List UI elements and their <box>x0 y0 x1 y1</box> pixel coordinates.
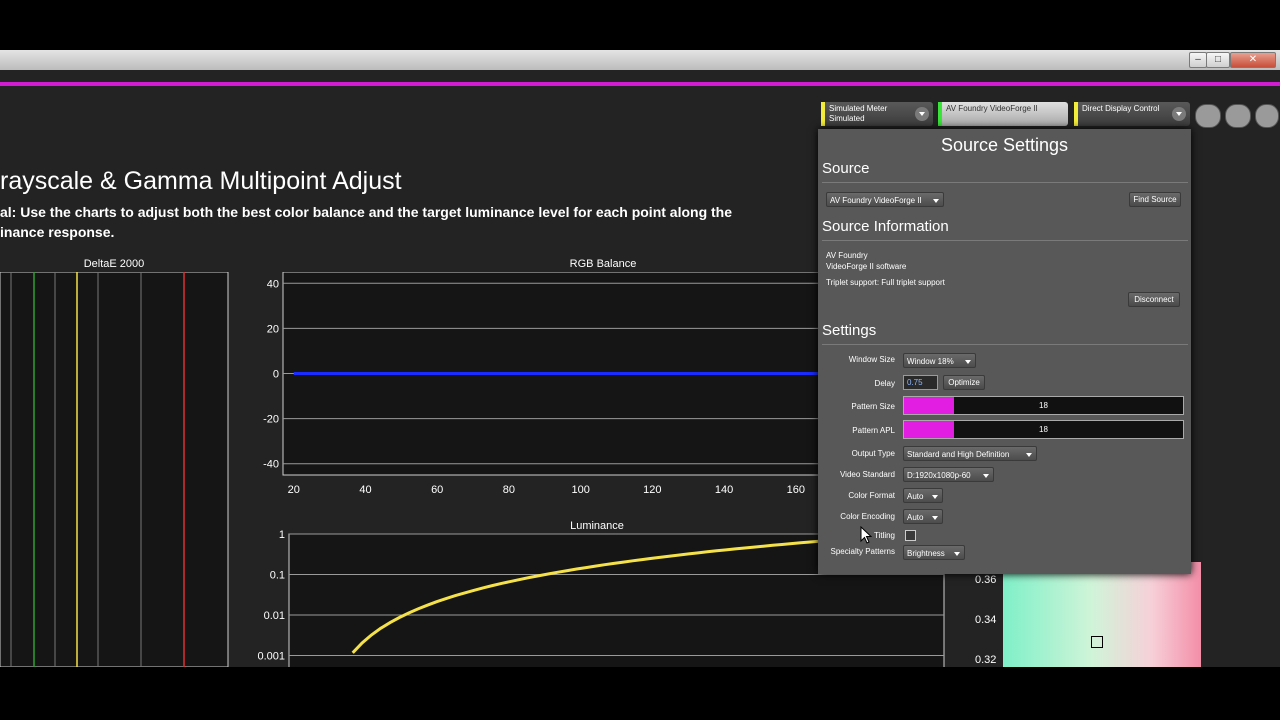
chevron-down-icon <box>915 107 929 121</box>
rgb-y-tick-label: 0 <box>273 369 279 381</box>
optimize-button[interactable]: Optimize <box>943 375 985 390</box>
rgb-x-tick-label: 100 <box>571 484 589 496</box>
rgb-x-tick-label: 40 <box>359 484 371 496</box>
page-description: al: Use the charts to adjust both the be… <box>0 202 780 242</box>
color-format-label: Color Format <box>848 491 895 500</box>
rgb-y-tick-label: -20 <box>263 414 279 426</box>
deltae-chart-title: DeltaE 2000 <box>83 258 145 270</box>
specialty-patterns-label: Specialty Patterns <box>830 547 895 556</box>
video-standard-label: Video Standard <box>839 470 895 479</box>
luminance-y-tick-label: 0.1 <box>270 570 285 582</box>
description-line-2: inance response. <box>0 224 115 240</box>
cie-tick-label: 0.32 <box>975 654 997 666</box>
color-encoding-dropdown[interactable]: Auto <box>903 509 943 524</box>
close-button[interactable]: ✕ <box>1230 52 1276 68</box>
window-size-dropdown[interactable]: Window 18% <box>903 353 976 368</box>
divider <box>822 182 1188 183</box>
accent-bar <box>0 82 1280 86</box>
meter-selector[interactable]: Simulated Meter Simulated <box>821 102 933 126</box>
chevron-down-icon <box>1172 107 1186 121</box>
info-software: VideoForge II software <box>826 262 907 271</box>
rgb-x-tick-label: 80 <box>503 484 515 496</box>
deltae-chart <box>0 272 229 667</box>
info-vendor: AV Foundry <box>826 251 868 260</box>
window-size-label: Window Size <box>848 355 895 364</box>
titling-label: Titling <box>873 531 895 540</box>
output-type-label: Output Type <box>851 449 895 458</box>
description-line-1: al: Use the charts to adjust both the be… <box>0 204 733 220</box>
rgb-x-tick-label: 20 <box>288 484 300 496</box>
luminance-y-tick-label: 1 <box>279 530 285 541</box>
specialty-patterns-dropdown[interactable]: Brightness <box>903 545 965 560</box>
pattern-size-label: Pattern Size <box>851 402 895 411</box>
app-window: – □ ✕ Simulated Meter Simulated AV Found… <box>0 50 1280 667</box>
titling-checkbox[interactable] <box>905 530 916 541</box>
rgb-y-tick-label: 40 <box>267 278 279 290</box>
cie-tick-label: 0.36 <box>975 574 997 586</box>
rgb-y-tick-label: 20 <box>267 323 279 335</box>
delay-input[interactable]: 0.75 <box>903 375 938 390</box>
source-section-title: Source <box>822 160 870 177</box>
pattern-size-value: 18 <box>1039 401 1048 410</box>
rgb-x-tick-label: 60 <box>431 484 443 496</box>
page-title: rayscale & Gamma Multipoint Adjust <box>0 167 402 195</box>
mouse-cursor-icon <box>860 526 872 544</box>
pattern-apl-slider[interactable]: 18 <box>903 420 1184 439</box>
source-settings-panel: Source Settings Source AV Foundry VideoF… <box>818 129 1191 574</box>
cie-target-marker[interactable] <box>1091 636 1103 648</box>
source-selector[interactable]: AV Foundry VideoForge II <box>938 102 1068 126</box>
output-type-dropdown[interactable]: Standard and High Definition <box>903 446 1037 461</box>
info-triplet: Triplet support: Full triplet support <box>826 278 945 287</box>
rgb-x-tick-label: 140 <box>715 484 733 496</box>
window-titlebar: – □ ✕ <box>0 50 1280 70</box>
color-encoding-label: Color Encoding <box>840 512 895 521</box>
panel-title: Source Settings <box>940 135 1069 155</box>
settings-section-title: Settings <box>822 322 877 339</box>
rgb-x-tick-label: 160 <box>787 484 805 496</box>
video-standard-dropdown[interactable]: D:1920x1080p-60 <box>903 467 994 482</box>
cie-gamut-area <box>1003 562 1201 667</box>
maximize-button[interactable]: □ <box>1206 52 1230 68</box>
rgb-balance-chart: 40200-20-4020406080100120140160180 <box>263 272 820 496</box>
disconnect-button[interactable]: Disconnect <box>1128 292 1180 307</box>
find-source-button[interactable]: Find Source <box>1129 192 1181 207</box>
minimize-button[interactable]: – <box>1189 52 1207 68</box>
color-format-dropdown[interactable]: Auto <box>903 488 943 503</box>
pattern-apl-value: 18 <box>1039 425 1048 434</box>
pattern-size-slider[interactable]: 18 <box>903 396 1184 415</box>
settings-icon[interactable] <box>1195 104 1221 128</box>
back-icon[interactable] <box>1255 104 1279 128</box>
help-icon[interactable] <box>1225 104 1251 128</box>
rgb-y-tick-label: -40 <box>263 459 279 471</box>
display-selector[interactable]: Direct Display Control <box>1074 102 1190 126</box>
divider <box>822 240 1188 241</box>
delay-label: Delay <box>874 379 895 388</box>
rgb-x-tick-label: 120 <box>643 484 661 496</box>
source-info-section-title: Source Information <box>822 218 949 235</box>
pattern-apl-label: Pattern APL <box>852 426 895 435</box>
divider <box>822 344 1188 345</box>
source-chip-label: AV Foundry VideoForge II <box>946 104 1038 113</box>
luminance-y-tick-label: 0.01 <box>264 610 285 622</box>
cie-tick-label: 0.34 <box>975 614 997 626</box>
source-dropdown[interactable]: AV Foundry VideoForge II <box>826 192 944 207</box>
luminance-y-tick-label: 0.001 <box>257 651 285 663</box>
